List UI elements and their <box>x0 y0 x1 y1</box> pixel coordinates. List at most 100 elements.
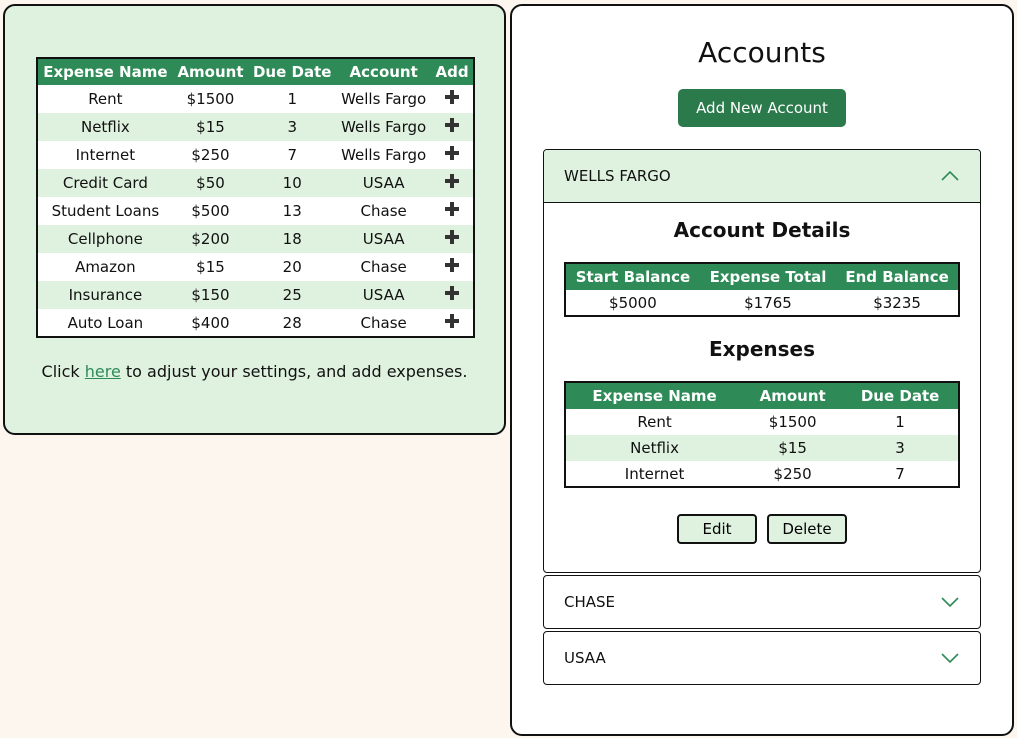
account-details-title: Account Details <box>673 218 851 242</box>
delete-button[interactable]: Delete <box>767 514 847 544</box>
table-row: Netflix $15 3 <box>565 435 959 461</box>
chevron-down-icon <box>941 653 959 664</box>
plus-icon[interactable] <box>445 174 460 188</box>
expense-name-cell: Cellphone <box>37 225 173 253</box>
column-header-expense-name: Expense Name <box>37 58 173 85</box>
column-header-due-date: Due Date <box>248 58 337 85</box>
amount-cell: $250 <box>773 464 812 483</box>
expense-name-cell: Amazon <box>75 258 136 276</box>
plus-icon[interactable] <box>445 230 460 244</box>
table-row: Internet $250 7 <box>565 461 959 487</box>
plus-icon[interactable] <box>445 258 460 272</box>
plus-icon[interactable] <box>445 90 460 104</box>
plus-icon[interactable] <box>445 146 460 160</box>
amount-cell: $400 <box>191 313 230 332</box>
chevron-up-icon <box>941 170 959 181</box>
expenses-panel: Expense Name Amount Due Date Account Add… <box>3 4 506 435</box>
amount-cell: $150 <box>172 281 249 309</box>
plus-icon[interactable] <box>445 118 460 132</box>
table-row: Netflix $15 3 Wells Fargo <box>37 113 474 141</box>
due-date-cell: 10 <box>248 169 337 197</box>
column-header-amount: Amount <box>172 58 249 85</box>
expenses-title: Expenses <box>708 337 816 361</box>
account-details-header: Start Balance Expense Total End Balance <box>565 263 959 290</box>
amount-cell: $200 <box>172 225 249 253</box>
account-expenses-table: Expense Name Amount Due Date Rent $1500 … <box>564 381 960 488</box>
due-date-cell: 1 <box>895 413 905 431</box>
column-header-amount: Amount <box>743 382 843 409</box>
add-new-account-button[interactable]: Add New Account <box>678 89 846 127</box>
table-row: Rent $1500 1 Wells Fargo <box>37 85 474 113</box>
expense-name-cell: Internet <box>624 464 685 483</box>
account-accordion-usaa: USAA <box>543 631 981 685</box>
add-cell <box>431 85 474 113</box>
amount-cell: $1500 <box>186 90 235 108</box>
table-row: Credit Card $50 10 USAA <box>37 169 474 197</box>
edit-button[interactable]: Edit <box>677 514 757 544</box>
expense-name-cell: Student Loans <box>51 202 160 220</box>
account-cell: Chase <box>360 258 407 276</box>
account-accordion-wells-fargo: WELLS FARGO Account Details Start Balanc… <box>543 149 981 573</box>
column-header-end-balance: End Balance <box>836 263 959 290</box>
settings-link[interactable]: here <box>85 362 121 381</box>
due-date-cell: 20 <box>282 258 302 276</box>
account-header-wells-fargo[interactable]: WELLS FARGO <box>544 150 980 203</box>
table-row: Amazon $15 20 Chase <box>37 253 474 281</box>
account-details-table: Start Balance Expense Total End Balance … <box>564 262 960 317</box>
account-cell: Chase <box>360 313 407 332</box>
add-cell <box>431 197 474 225</box>
due-date-cell: 7 <box>287 146 297 164</box>
due-date-cell: 28 <box>282 313 302 332</box>
expense-name-cell: Rent <box>637 413 672 431</box>
expense-name-cell: Insurance <box>37 281 173 309</box>
expense-total-cell: $1765 <box>744 293 792 312</box>
account-header-usaa[interactable]: USAA <box>544 632 980 684</box>
expense-name-cell: Credit Card <box>37 169 173 197</box>
amount-cell: $500 <box>191 202 230 220</box>
account-cell: Wells Fargo <box>341 90 427 108</box>
account-header-chase[interactable]: CHASE <box>544 576 980 628</box>
plus-icon[interactable] <box>445 286 460 300</box>
plus-icon[interactable] <box>445 202 460 216</box>
account-cell: Chase <box>360 202 407 220</box>
account-actions: Edit Delete <box>544 514 980 544</box>
table-row: Internet $250 7 Wells Fargo <box>37 141 474 169</box>
due-date-cell: 3 <box>842 435 959 461</box>
account-name: WELLS FARGO <box>564 167 671 185</box>
expense-name-cell: Rent <box>88 90 123 108</box>
accounts-title: Accounts <box>698 36 826 69</box>
amount-cell: $1500 <box>768 413 817 431</box>
add-cell <box>431 141 474 169</box>
expenses-table: Expense Name Amount Due Date Account Add… <box>36 57 475 338</box>
settings-note-prefix: Click <box>41 362 85 381</box>
add-cell <box>431 113 474 141</box>
amount-cell: $50 <box>172 169 249 197</box>
table-row: Student Loans $500 13 Chase <box>37 197 474 225</box>
expense-name-cell: Netflix <box>565 435 744 461</box>
settings-note: Click here to adjust your settings, and … <box>5 362 504 381</box>
amount-cell: $15 <box>743 435 843 461</box>
account-body-wells-fargo: Account Details Start Balance Expense To… <box>544 203 980 544</box>
expense-name-cell: Internet <box>75 146 136 164</box>
chevron-down-icon <box>941 597 959 608</box>
table-row: Insurance $150 25 USAA <box>37 281 474 309</box>
amount-cell: $15 <box>196 258 225 276</box>
account-name: USAA <box>564 649 606 667</box>
amount-cell: $15 <box>172 113 249 141</box>
plus-icon[interactable] <box>445 313 460 328</box>
account-expenses-header: Expense Name Amount Due Date <box>565 382 959 409</box>
start-balance-cell: $5000 <box>609 293 657 312</box>
due-date-cell: 13 <box>282 202 302 220</box>
due-date-cell: 18 <box>248 225 337 253</box>
account-cell: Wells Fargo <box>336 113 432 141</box>
due-date-cell: 7 <box>895 464 905 483</box>
add-cell <box>431 225 474 253</box>
account-accordion-chase: CHASE <box>543 575 981 629</box>
account-cell: USAA <box>336 225 432 253</box>
settings-note-suffix: to adjust your settings, and add expense… <box>120 362 468 381</box>
due-date-cell: 1 <box>287 90 297 108</box>
account-cell: Wells Fargo <box>341 146 427 164</box>
due-date-cell: 25 <box>248 281 337 309</box>
expenses-table-header: Expense Name Amount Due Date Account Add <box>37 58 474 85</box>
add-cell <box>431 281 474 309</box>
